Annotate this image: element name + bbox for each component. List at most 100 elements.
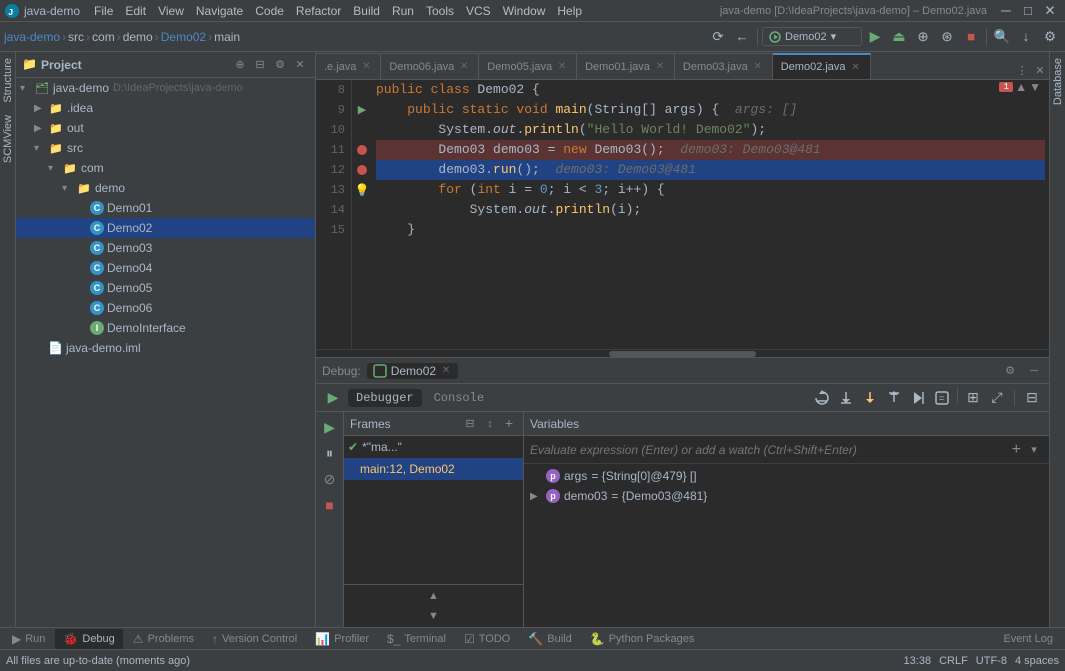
menu-build[interactable]: Build [347,2,386,20]
sort-frames-button[interactable]: ↕ [481,415,499,433]
frames-scroll-up[interactable]: ▲ [425,587,443,605]
debug-subtab-debugger[interactable]: Debugger [348,389,422,407]
structure-label[interactable]: Structure [0,52,16,109]
tree-demo06[interactable]: ▶ C Demo06 [16,298,315,318]
tree-out[interactable]: ▶ 📁 out [16,118,315,138]
force-step-into-button[interactable] [859,387,881,409]
menu-navigate[interactable]: Navigate [190,2,249,20]
stop-button[interactable]: ■ [960,26,982,48]
btab-terminal[interactable]: $_ Terminal [379,629,454,649]
tree-com[interactable]: ▾ 📁 com [16,158,315,178]
watch-expand-button[interactable]: ▾ [1025,441,1043,459]
code-line-11[interactable]: Demo03 demo03 = new Demo03(); demo03: De… [376,140,1045,160]
code-content-area[interactable]: 1 ▲ ▼ public class Demo02 { public stati… [372,80,1049,349]
bulb-icon[interactable]: 💡 [355,183,370,198]
status-encoding[interactable]: UTF-8 [976,655,1007,667]
code-editor[interactable]: 8 9 10 11 12 13 14 15 ▶ 💡 [316,80,1049,349]
debug-play-button[interactable]: ▶ [319,416,341,438]
var-args[interactable]: p args = {String[0]@479} [] [524,466,1049,486]
debug-tab-item[interactable]: Demo02 ✕ [367,363,458,379]
evaluate-input[interactable] [530,443,1008,457]
tree-demo04[interactable]: ▶ C Demo04 [16,258,315,278]
step-into-button[interactable] [835,387,857,409]
add-watch-button[interactable]: + [1008,441,1025,459]
search-button[interactable]: 🔍 [991,26,1013,48]
debug-resume-button[interactable]: ▶ [322,387,344,409]
btab-profiler[interactable]: 📊 Profiler [307,629,377,649]
settings-button[interactable]: ⚙ [1039,26,1061,48]
step-out-button[interactable] [883,387,905,409]
close-button[interactable]: ✕ [1039,0,1061,22]
project-locate-button[interactable]: ⊕ [231,56,249,74]
code-line-8[interactable]: public class Demo02 { [376,80,1045,100]
database-label[interactable]: Database [1050,52,1065,111]
navigate-back-button[interactable]: ← [731,26,753,48]
menu-help[interactable]: Help [551,2,588,20]
editor-scrollbar-h[interactable] [316,349,1049,357]
code-line-15[interactable]: } [376,220,1045,240]
project-close-button[interactable]: ✕ [291,56,309,74]
editor-scrollbar-thumb[interactable] [609,351,756,357]
btab-problems[interactable]: ⚠ Problems [125,629,202,649]
tab-demo05-close[interactable]: ✕ [556,61,568,73]
btab-run[interactable]: ▶ Run [4,629,53,649]
step-over-button[interactable] [811,387,833,409]
btab-event-log[interactable]: Event Log [995,629,1061,649]
menu-view[interactable]: View [152,2,190,20]
debug-pause-button[interactable]: ⏸ [319,442,341,464]
gutter-9[interactable]: ▶ [352,100,372,120]
code-line-13[interactable]: for (int i = 0; i < 3; i++) { [376,180,1045,200]
menu-tools[interactable]: Tools [420,2,460,20]
tab-demo03-close[interactable]: ✕ [752,61,764,73]
breadcrumb-part-demo02[interactable]: Demo02 [161,30,206,44]
code-line-10[interactable]: System.out.println("Hello World! Demo02"… [376,120,1045,140]
tab-demo01-close[interactable]: ✕ [654,61,666,73]
debug-run-button[interactable]: ⏏ [888,26,910,48]
menu-window[interactable]: Window [497,2,552,20]
code-line-9[interactable]: public static void main(String[] args) {… [376,100,1045,120]
tree-demo03[interactable]: ▶ C Demo03 [16,238,315,258]
tree-demo01[interactable]: ▶ C Demo01 [16,198,315,218]
filter-frames-button[interactable]: ⊟ [461,415,479,433]
frames-scroll-down[interactable]: ▼ [425,607,443,625]
tab-demo01[interactable]: Demo01.java ✕ [577,53,675,79]
gutter-11[interactable] [352,140,372,160]
breadcrumb-part-src[interactable]: src [68,30,84,44]
tree-src[interactable]: ▾ 📁 src [16,138,315,158]
update-button[interactable]: ↓ [1015,26,1037,48]
tab-demo06[interactable]: Demo06.java ✕ [381,53,479,79]
tree-root[interactable]: ▾ 🗂 java-demo D:\IdeaProjects\java-demo [16,78,315,98]
editor-split-button[interactable]: ⋮ [1013,61,1031,79]
project-settings-button[interactable]: ⚙ [271,56,289,74]
gutter-12[interactable] [352,160,372,180]
run-button[interactable]: ▶ [864,26,886,48]
debug-stop-button[interactable]: ■ [319,494,341,516]
menu-vcs[interactable]: VCS [460,2,497,20]
frame-main[interactable]: main:12, Demo02 [344,458,523,480]
breadcrumb-part-project[interactable]: java-demo [4,30,60,44]
debug-close-button[interactable]: ─ [1025,362,1043,380]
coverage-button[interactable]: ⊕ [912,26,934,48]
btab-debug[interactable]: 🐞 Debug [55,629,122,649]
tree-demo[interactable]: ▾ 📁 demo [16,178,315,198]
evaluate-bar[interactable]: + ▾ [524,436,1049,464]
scm-label[interactable]: SCMView [0,109,16,169]
maximize-button[interactable]: □ [1017,0,1039,22]
tab-demo06-close[interactable]: ✕ [458,61,470,73]
breadcrumb-part-main[interactable]: main [214,30,240,44]
debug-restore-button[interactable]: ⤢ [986,387,1008,409]
breadcrumb-part-demo[interactable]: demo [123,30,153,44]
warning-up-button[interactable]: ▲ [1015,80,1027,94]
project-collapse-button[interactable]: ⊟ [251,56,269,74]
btab-python[interactable]: 🐍 Python Packages [582,629,703,649]
tree-demo02[interactable]: ▶ C Demo02 [16,218,315,238]
var-demo03[interactable]: ▶ p demo03 = {Demo03@481} [524,486,1049,506]
tab-demo02-close[interactable]: ✕ [850,61,862,73]
tab-demo05[interactable]: Demo05.java ✕ [479,53,577,79]
debug-grid-button[interactable]: ⊞ [962,387,984,409]
menu-refactor[interactable]: Refactor [290,2,347,20]
debug-config-close[interactable]: ✕ [440,365,452,377]
tab-demo02[interactable]: Demo02.java ✕ [773,53,871,79]
breakpoint-11[interactable] [357,145,367,155]
editor-close-button[interactable]: ✕ [1031,61,1049,79]
